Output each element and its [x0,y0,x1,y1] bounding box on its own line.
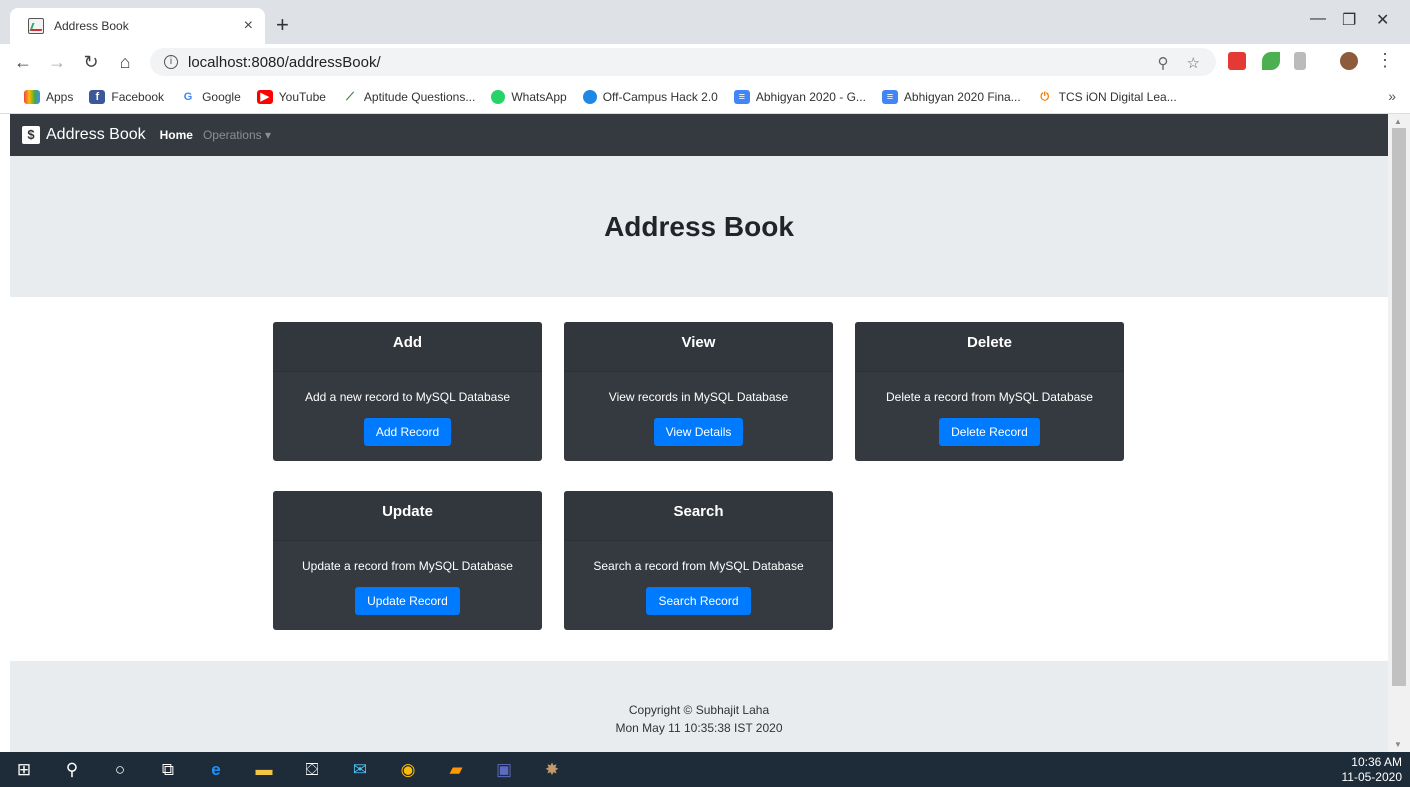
cortana-icon[interactable]: ○ [96,752,144,787]
hack-icon [582,89,597,104]
extension-download-icon[interactable] [1294,52,1306,70]
page-favicon-icon [28,18,44,34]
address-bar[interactable]: i localhost:8080/addressBook/ ⚲ ☆ [150,48,1216,76]
nav-home-link[interactable]: Home [160,128,193,142]
mail-icon[interactable]: ✉ [336,752,384,787]
card-title: Update [273,491,542,541]
profile-avatar-icon[interactable] [1340,52,1358,70]
minimize-icon[interactable]: — [1310,10,1326,28]
card-title: Search [564,491,833,541]
new-tab-button[interactable]: + [276,12,289,38]
task-view-icon[interactable]: ⧉ [144,752,192,787]
site-info-icon[interactable]: i [164,55,178,69]
apps-icon [24,89,40,104]
bookmark-tcs[interactable]: ⏻ TCS iON Digital Lea... [1036,89,1177,104]
bookmark-abhigyan-2[interactable]: ≡ Abhigyan 2020 Fina... [881,89,1021,104]
card-description: Update a record from MySQL Database [302,559,513,573]
card-description: Add a new record to MySQL Database [305,390,510,404]
page-scrollbar[interactable]: ▲ ▼ [1388,114,1410,752]
file-explorer-icon[interactable]: ▬ [240,752,288,787]
card-add: Add Add a new record to MySQL Database A… [273,322,542,461]
navbar-brand[interactable]: Address Book [46,126,146,144]
card-description: View records in MySQL Database [608,390,789,404]
bookmarks-more-icon[interactable]: » [1388,88,1396,104]
home-icon[interactable]: ⌂ [114,52,136,73]
youtube-icon: ▶ [256,89,273,104]
view-details-button[interactable]: View Details [653,418,744,446]
store-icon[interactable]: ⛋ [288,752,336,787]
bookmark-aptitude[interactable]: ⟋ Aptitude Questions... [341,89,475,104]
clock-date: 11-05-2020 [1341,770,1403,784]
card-delete: Delete Delete a record from MySQL Databa… [855,322,1124,461]
bookmark-whatsapp[interactable]: WhatsApp [491,89,567,104]
windows-start-icon[interactable]: ⊞ [0,752,48,787]
edge-icon[interactable]: e [192,752,240,787]
tab-strip: Address Book × + — ❐ ✕ [0,0,1410,44]
search-icon[interactable]: ⚲ [48,752,96,787]
page-viewport: $ Address Book Home Operations ▾ Address… [0,114,1410,752]
aptitude-icon: ⟋ [341,89,358,104]
url-text: localhost:8080/addressBook/ [188,53,381,71]
sublime-icon[interactable]: ▰ [432,752,480,787]
bookmark-hack[interactable]: Off-Campus Hack 2.0 [582,89,718,104]
bookmark-star-icon[interactable]: ☆ [1187,54,1200,72]
tab-title: Address Book [54,19,129,33]
add-record-button[interactable]: Add Record [363,418,452,446]
extension-pen-icon[interactable] [1262,52,1280,70]
taskbar: ⊞ ⚲ ○ ⧉ e ▬ ⛋ ✉ ◉ ▰ ▣ ✸ 10:36 AM 11-05-2… [0,752,1410,787]
whatsapp-icon [491,89,506,104]
bookmark-apps[interactable]: Apps [24,89,73,104]
footer-copyright: Copyright © Subhajit Laha [628,703,770,717]
scroll-down-icon[interactable]: ▼ [1394,740,1402,749]
browser-toolbar: ← → ↻ ⌂ i localhost:8080/addressBook/ ⚲ … [0,44,1410,80]
clock-time: 10:36 AM [1351,755,1402,769]
window-close-icon[interactable]: ✕ [1376,10,1389,30]
site-navbar: $ Address Book Home Operations ▾ [10,114,1388,156]
forward-icon[interactable]: → [46,52,68,73]
game-icon[interactable]: ✸ [528,752,576,787]
card-title: Delete [855,322,1124,372]
tcs-icon: ⏻ [1036,89,1053,104]
extension-block-icon[interactable] [1228,52,1246,70]
bookmark-youtube[interactable]: ▶ YouTube [256,89,326,104]
card-search: Search Search a record from MySQL Databa… [564,491,833,630]
card-description: Delete a record from MySQL Database [886,390,1093,404]
brand-logo-icon[interactable]: $ [22,126,40,144]
update-record-button[interactable]: Update Record [355,587,460,615]
app-icon[interactable]: ▣ [480,752,528,787]
bookmark-abhigyan-1[interactable]: ≡ Abhigyan 2020 - G... [733,89,866,104]
facebook-icon: f [89,89,106,104]
bookmark-facebook[interactable]: f Facebook [89,89,164,104]
nav-operations-dropdown[interactable]: Operations ▾ [203,128,271,142]
restore-icon[interactable]: ❐ [1342,10,1356,30]
page-title: Address Book [604,210,794,242]
google-icon: G [180,89,197,104]
chrome-icon[interactable]: ◉ [384,752,432,787]
back-icon[interactable]: ← [12,52,34,73]
docs-icon: ≡ [881,89,898,104]
card-update: Update Update a record from MySQL Databa… [273,491,542,630]
card-view: View View records in MySQL Database View… [564,322,833,461]
card-title: Add [273,322,542,372]
footer-date: Mon May 11 10:35:38 IST 2020 [615,721,783,735]
bookmarks-bar: Apps f Facebook G Google ▶ YouTube ⟋ Aptitud… [0,80,1410,114]
card-title: View [564,322,833,372]
zoom-icon[interactable]: ⚲ [1158,54,1169,72]
reload-icon[interactable]: ↻ [80,52,102,73]
bookmark-google[interactable]: G Google [180,89,241,104]
browser-tab[interactable]: Address Book × [10,8,265,44]
delete-record-button[interactable]: Delete Record [939,418,1040,446]
scroll-up-icon[interactable]: ▲ [1394,117,1402,126]
card-description: Search a record from MySQL Database [593,559,804,573]
scroll-thumb[interactable] [1392,128,1406,686]
jumbotron: Address Book [10,156,1388,297]
taskbar-clock[interactable]: 10:36 AM 11-05-2020 [1342,755,1403,785]
menu-kebab-icon[interactable]: ⋮ [1376,50,1394,71]
page-footer: Copyright © Subhajit Laha Mon May 11 10:… [10,661,1388,752]
tab-close-icon[interactable]: × [244,17,253,35]
search-record-button[interactable]: Search Record [646,587,751,615]
docs-icon: ≡ [733,89,750,104]
